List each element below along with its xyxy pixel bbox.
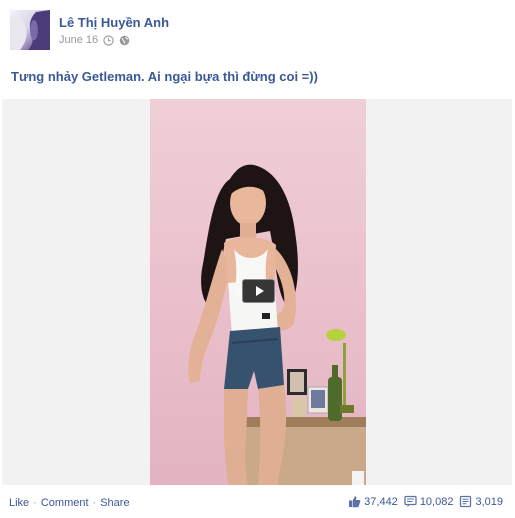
comment-link[interactable]: Comment <box>41 497 89 509</box>
likes-count-text: 37,442 <box>364 495 398 508</box>
video-attachment[interactable] <box>2 99 512 485</box>
post-actions: Like · Comment · Share <box>9 497 130 509</box>
comment-bubble-icon <box>404 495 417 507</box>
comments-count-text: 10,082 <box>419 495 454 508</box>
video-thumbnail[interactable] <box>150 99 366 485</box>
shares-count-text: 3,019 <box>475 495 503 508</box>
play-icon <box>255 286 264 296</box>
post-footer: Like · Comment · Share 37,442 10,082 3,0… <box>0 492 515 514</box>
author-avatar[interactable] <box>10 10 50 50</box>
post-stats: 37,442 10,082 3,019 <box>348 495 503 508</box>
author-name-link[interactable]: Lê Thị Huyền Anh <box>59 15 169 30</box>
globe-icon[interactable] <box>119 35 130 46</box>
like-link[interactable]: Like <box>9 497 29 509</box>
post-date-link[interactable]: June 16 <box>59 34 98 46</box>
post-meta: June 16 <box>59 34 130 46</box>
shares-count[interactable]: 3,019 <box>459 495 503 508</box>
likes-count[interactable]: 37,442 <box>348 495 398 508</box>
action-separator: · <box>33 497 37 509</box>
clock-icon <box>103 34 114 46</box>
action-separator: · <box>92 497 97 509</box>
play-button[interactable] <box>242 279 275 303</box>
share-link[interactable]: Share <box>100 497 129 509</box>
post-caption: Tưng nhảy Getleman. Ai ngại bựa thì đừng… <box>11 69 318 84</box>
comments-count[interactable]: 10,082 <box>404 495 454 508</box>
thumbs-up-icon <box>349 496 361 508</box>
share-icon <box>460 495 472 508</box>
post-header: Lê Thị Huyền Anh June 16 <box>0 0 515 60</box>
feed-post: Lê Thị Huyền Anh June 16 Tưng nhảy Getle… <box>0 0 515 518</box>
